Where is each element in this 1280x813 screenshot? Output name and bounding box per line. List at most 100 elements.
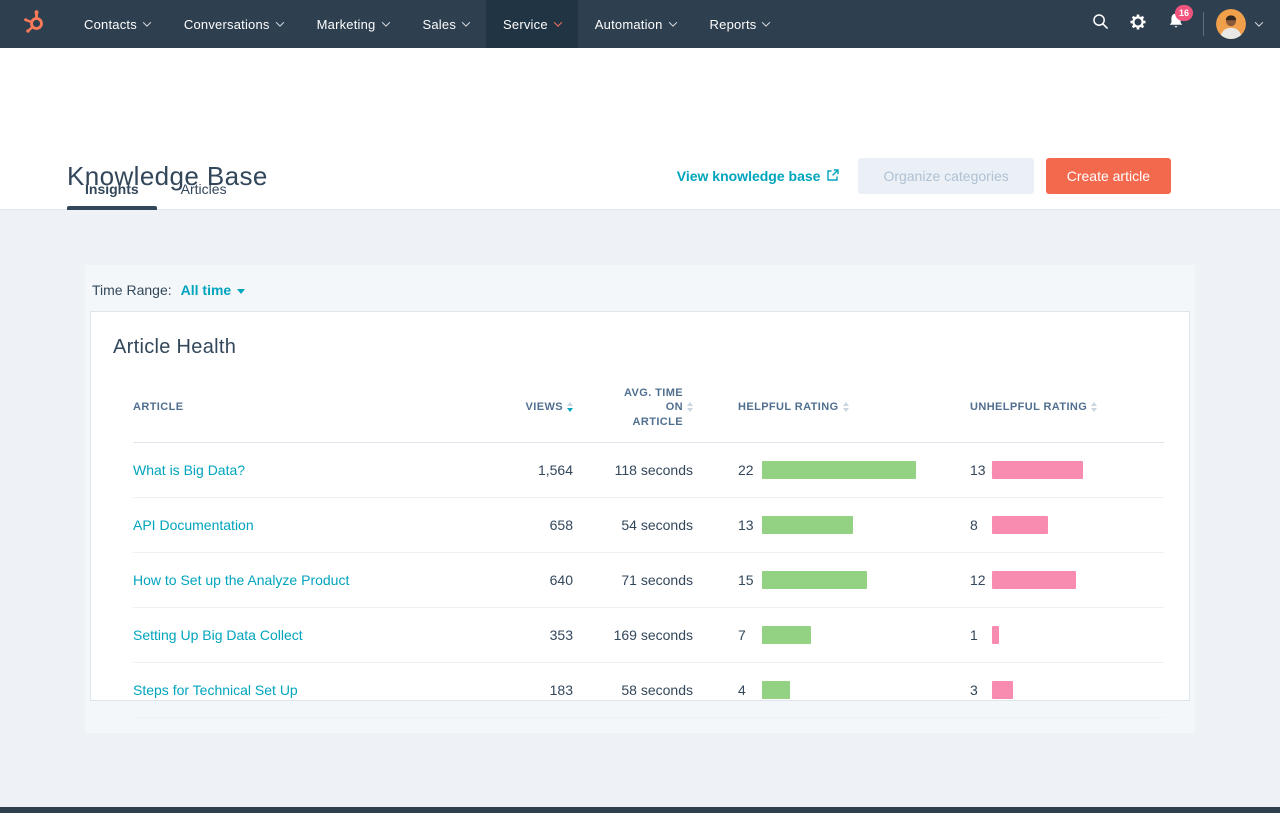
tab-articles-label: Articles bbox=[181, 181, 227, 197]
view-knowledge-base-label: View knowledge base bbox=[677, 168, 821, 184]
view-knowledge-base-link[interactable]: View knowledge base bbox=[677, 168, 841, 185]
article-link[interactable]: Setting Up Big Data Collect bbox=[133, 627, 303, 643]
nav-item-contacts[interactable]: Contacts bbox=[67, 0, 167, 48]
unhelpful-bar bbox=[992, 461, 1083, 479]
unhelpful-bar bbox=[992, 626, 999, 644]
article-cell: Setting Up Big Data Collect bbox=[133, 627, 463, 643]
column-header-unhelpful[interactable]: UNHELPFUL RATING bbox=[970, 401, 1164, 413]
nav-item-label: Automation bbox=[595, 17, 663, 32]
nav-item-label: Conversations bbox=[184, 17, 270, 32]
nav-item-conversations[interactable]: Conversations bbox=[167, 0, 300, 48]
helpful-cell: 4 bbox=[738, 681, 970, 699]
chevron-down-icon bbox=[668, 18, 676, 26]
nav-item-label: Service bbox=[503, 17, 548, 32]
column-header-article[interactable]: ARTICLE bbox=[133, 401, 463, 413]
helpful-bar bbox=[762, 571, 867, 589]
nav-item-reports[interactable]: Reports bbox=[693, 0, 787, 48]
notifications-button[interactable]: 16 bbox=[1159, 7, 1193, 41]
table-header-row: ARTICLE VIEWS AVG. TIME ON ARTICLE HELPF… bbox=[133, 386, 1164, 443]
chevron-down-icon bbox=[381, 18, 389, 26]
header-actions: View knowledge base Organize categories … bbox=[677, 158, 1171, 194]
sort-icon-helpful bbox=[843, 402, 849, 412]
nav-item-marketing[interactable]: Marketing bbox=[300, 0, 406, 48]
card-title: Article Health bbox=[113, 336, 1189, 359]
unhelpful-cell: 12 bbox=[970, 571, 1164, 589]
active-tab-underline bbox=[67, 206, 157, 210]
views-cell: 658 bbox=[463, 517, 573, 533]
helpful-bar bbox=[762, 681, 790, 699]
chevron-down-icon bbox=[762, 18, 770, 26]
create-article-button[interactable]: Create article bbox=[1046, 158, 1171, 194]
nav-item-label: Sales bbox=[423, 17, 457, 32]
unhelpful-count: 12 bbox=[970, 572, 992, 588]
table-row: API Documentation65854 seconds138 bbox=[133, 498, 1164, 553]
unhelpful-bar bbox=[992, 681, 1013, 699]
column-header-helpful[interactable]: HELPFUL RATING bbox=[738, 401, 970, 413]
table-body: What is Big Data?1,564118 seconds2213API… bbox=[133, 443, 1164, 718]
nav-divider bbox=[1203, 12, 1204, 36]
page-header: Knowledge Base View knowledge base Organ… bbox=[0, 48, 1280, 210]
column-header-views[interactable]: VIEWS bbox=[463, 401, 573, 413]
article-health-card: Article Health ARTICLE VIEWS AVG. TIME O… bbox=[90, 311, 1190, 701]
helpful-cell: 15 bbox=[738, 571, 970, 589]
content-area: Time Range: All time Article Health ARTI… bbox=[0, 210, 1280, 813]
nav-menu: Contacts Conversations Marketing Sales Servi… bbox=[67, 0, 786, 48]
nav-item-label: Marketing bbox=[317, 17, 376, 32]
column-header-avg-time[interactable]: AVG. TIME ON ARTICLE bbox=[573, 386, 738, 429]
chevron-down-icon bbox=[1255, 18, 1263, 26]
table-row: Setting Up Big Data Collect353169 second… bbox=[133, 608, 1164, 663]
article-link[interactable]: API Documentation bbox=[133, 517, 254, 533]
helpful-count: 22 bbox=[738, 462, 762, 478]
settings-button[interactable] bbox=[1121, 7, 1155, 41]
unhelpful-cell: 3 bbox=[970, 681, 1164, 699]
avg-time-cell: 58 seconds bbox=[573, 682, 738, 698]
views-cell: 183 bbox=[463, 682, 573, 698]
nav-right-controls: 16 bbox=[1079, 0, 1280, 48]
helpful-count: 4 bbox=[738, 682, 762, 698]
chevron-down-icon bbox=[143, 18, 151, 26]
avg-time-cell: 71 seconds bbox=[573, 572, 738, 588]
hubspot-logo[interactable] bbox=[0, 0, 67, 48]
time-range-dropdown[interactable]: All time bbox=[181, 282, 246, 298]
helpful-count: 7 bbox=[738, 627, 762, 643]
nav-item-label: Reports bbox=[710, 17, 757, 32]
chevron-down-icon bbox=[554, 18, 562, 26]
article-link[interactable]: How to Set up the Analyze Product bbox=[133, 572, 349, 588]
article-cell: API Documentation bbox=[133, 517, 463, 533]
article-health-table: ARTICLE VIEWS AVG. TIME ON ARTICLE HELPF… bbox=[133, 386, 1164, 718]
unhelpful-cell: 13 bbox=[970, 461, 1164, 479]
avatar bbox=[1216, 9, 1246, 39]
article-cell: How to Set up the Analyze Product bbox=[133, 572, 463, 588]
helpful-count: 13 bbox=[738, 517, 762, 533]
hubspot-sprocket-icon bbox=[24, 10, 45, 38]
top-navigation: Contacts Conversations Marketing Sales Servi… bbox=[0, 0, 1280, 48]
nav-item-sales[interactable]: Sales bbox=[406, 0, 487, 48]
nav-item-service[interactable]: Service bbox=[486, 0, 578, 48]
unhelpful-count: 13 bbox=[970, 462, 992, 478]
tab-articles[interactable]: Articles bbox=[181, 181, 227, 210]
article-cell: What is Big Data? bbox=[133, 462, 463, 478]
unhelpful-cell: 8 bbox=[970, 516, 1164, 534]
organize-categories-button[interactable]: Organize categories bbox=[858, 158, 1033, 194]
unhelpful-count: 3 bbox=[970, 682, 992, 698]
sort-icon-avg-time bbox=[687, 402, 693, 412]
helpful-cell: 7 bbox=[738, 626, 970, 644]
helpful-cell: 13 bbox=[738, 516, 970, 534]
helpful-bar bbox=[762, 461, 916, 479]
helpful-cell: 22 bbox=[738, 461, 970, 479]
views-cell: 1,564 bbox=[463, 462, 573, 478]
avg-time-cell: 169 seconds bbox=[573, 627, 738, 643]
nav-item-label: Contacts bbox=[84, 17, 137, 32]
helpful-bar bbox=[762, 626, 811, 644]
article-link[interactable]: What is Big Data? bbox=[133, 462, 245, 478]
time-range-label: Time Range: bbox=[92, 282, 172, 298]
user-menu[interactable] bbox=[1216, 9, 1262, 39]
article-link[interactable]: Steps for Technical Set Up bbox=[133, 682, 298, 698]
time-range-value: All time bbox=[181, 282, 232, 298]
search-icon bbox=[1092, 13, 1109, 35]
unhelpful-cell: 1 bbox=[970, 626, 1164, 644]
notification-count-badge: 16 bbox=[1175, 5, 1193, 21]
search-button[interactable] bbox=[1083, 7, 1117, 41]
tab-insights[interactable]: Insights bbox=[67, 181, 157, 210]
nav-item-automation[interactable]: Automation bbox=[578, 0, 693, 48]
